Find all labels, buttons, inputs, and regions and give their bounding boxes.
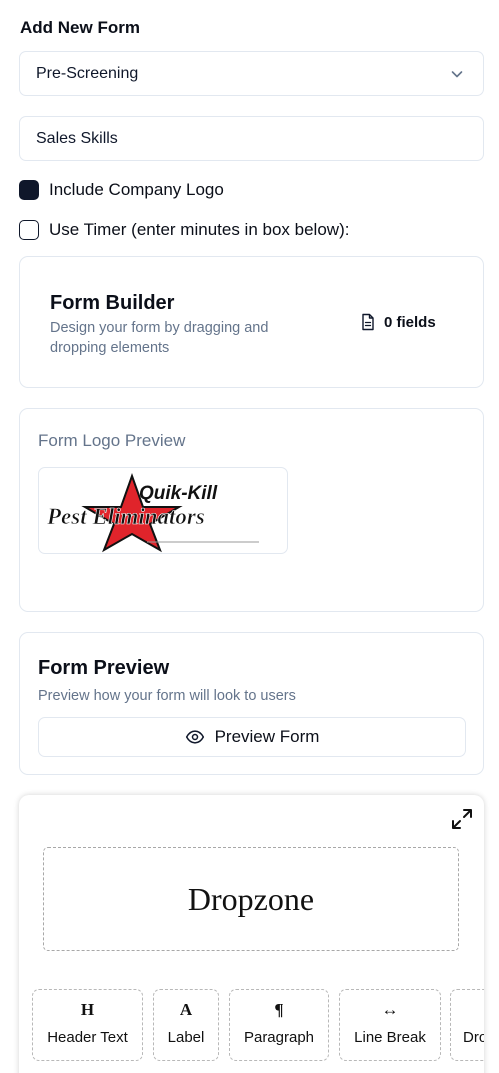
toolbox-item-header-text[interactable]: H Header Text <box>32 989 143 1061</box>
use-timer-label: Use Timer (enter minutes in box below): <box>49 220 350 239</box>
file-icon <box>362 313 374 331</box>
preview-form-label: Preview Form <box>214 727 320 746</box>
toolbox-item-label: Line Break <box>354 1029 426 1046</box>
chevron-down-icon <box>451 71 463 78</box>
eye-icon <box>185 730 204 744</box>
fields-count-text: 0 fields <box>384 313 436 331</box>
form-type-select[interactable]: Pre-Screening <box>19 51 484 96</box>
form-builder-description: Design your form by dragging and droppin… <box>50 320 269 356</box>
form-name-input[interactable] <box>19 116 484 161</box>
toolbox-item-dropdown[interactable]: Dro <box>450 989 484 1061</box>
logo-text-bottom: Pest Eliminators <box>46 504 205 529</box>
logo-preview-label: Form Logo Preview <box>38 431 186 450</box>
toolbox-item-label: Paragraph <box>243 1029 315 1046</box>
include-logo-label: Include Company Logo <box>49 180 224 199</box>
logo-text-top: Quik-Kill <box>139 483 218 504</box>
use-timer-checkbox[interactable] <box>19 220 39 240</box>
toolbox-item-label: Dro <box>463 1029 484 1046</box>
toolbox-item-line-break[interactable]: ↔ Line Break <box>339 989 441 1061</box>
preview-form-button[interactable]: Preview Form <box>38 717 466 757</box>
form-builder-title: Form Builder <box>50 292 175 314</box>
toolbox-item-paragraph[interactable]: ¶ Paragraph <box>229 989 329 1061</box>
line-break-icon: ↔ <box>381 1000 399 1019</box>
use-timer-option[interactable]: Use Timer (enter minutes in box below): <box>19 220 349 240</box>
toolbox-item-label-element[interactable]: A Label <box>153 989 219 1061</box>
dropzone[interactable]: Dropzone <box>43 847 459 951</box>
company-logo: Quik-Kill Pest Eliminators <box>38 467 288 554</box>
logo-preview-card: Form Logo Preview Quik-Kill Pest Elimina… <box>19 408 484 612</box>
form-preview-title: Form Preview <box>38 657 170 679</box>
paragraph-icon: ¶ <box>274 1000 284 1019</box>
form-builder-card[interactable]: Form Builder Design your form by draggin… <box>19 256 484 388</box>
form-builder-panel: Dropzone H Header Text A Label ¶ Paragra… <box>19 795 484 1073</box>
page-title: Add New Form <box>20 18 140 37</box>
form-type-selected: Pre-Screening <box>36 64 139 82</box>
fields-count: 0 fields <box>360 313 436 331</box>
expand-icon[interactable] <box>450 807 474 831</box>
include-logo-checkbox[interactable] <box>19 180 39 200</box>
toolbox-item-label: Label <box>167 1029 205 1046</box>
form-preview-description: Preview how your form will look to users <box>38 688 296 704</box>
dropzone-label: Dropzone <box>187 880 315 917</box>
header-icon: H <box>80 1000 95 1019</box>
toolbox-item-label: Header Text <box>47 1029 128 1046</box>
label-icon: A <box>179 1000 193 1019</box>
form-preview-card: Form Preview Preview how your form will … <box>19 632 484 775</box>
include-logo-option[interactable]: Include Company Logo <box>19 180 224 200</box>
